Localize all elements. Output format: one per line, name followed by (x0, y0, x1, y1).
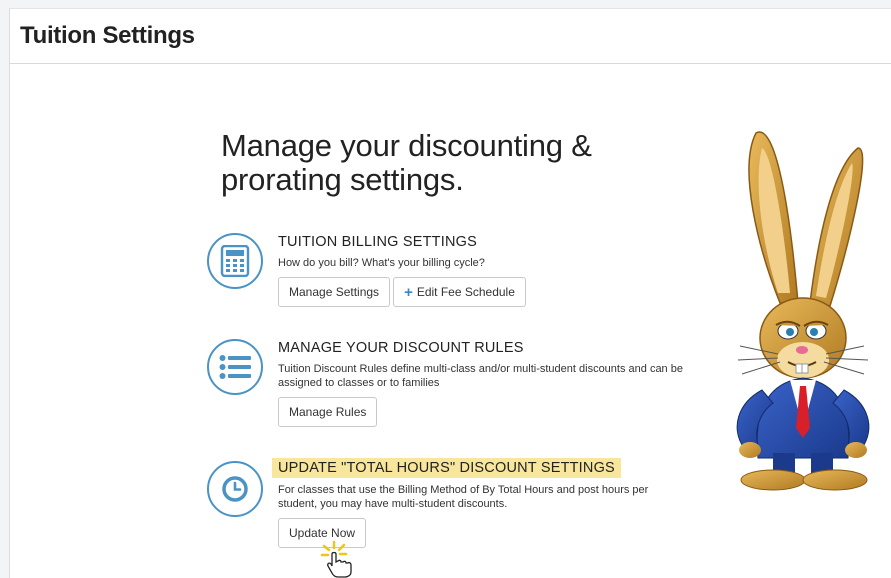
headline: Manage your discounting & prorating sett… (221, 129, 681, 197)
section-title: MANAGE YOUR DISCOUNT RULES (278, 340, 524, 356)
page-header: Tuition Settings (10, 9, 891, 64)
plus-icon: + (404, 283, 413, 301)
section-description: Tuition Discount Rules define multi-clas… (278, 363, 683, 389)
section-description: How do you bill? What's your billing cyc… (278, 257, 485, 269)
calculator-icon (207, 233, 263, 289)
button-label: Manage Rules (289, 405, 367, 419)
section-description: For classes that use the Billing Method … (278, 484, 649, 510)
manage-settings-button[interactable]: Manage Settings (278, 277, 391, 307)
hand-pointer-icon (320, 540, 352, 578)
list-icon (207, 339, 263, 395)
button-label: Update Now (289, 526, 356, 540)
edit-fee-schedule-button[interactable]: + Edit Fee Schedule (393, 277, 526, 307)
headline-line-1: Manage your discounting & (221, 128, 592, 163)
clock-icon (207, 461, 263, 517)
rabbit-mascot (736, 131, 870, 491)
headline-line-2: prorating settings. (221, 162, 464, 197)
manage-rules-button[interactable]: Manage Rules (278, 397, 378, 427)
page-title: Tuition Settings (20, 22, 195, 49)
button-label: Edit Fee Schedule (416, 285, 515, 299)
section-title-highlighted: UPDATE "TOTAL HOURS" DISCOUNT SETTINGS (272, 458, 621, 478)
button-label: Manage Settings (289, 285, 380, 299)
section-title: TUITION BILLING SETTINGS (278, 234, 477, 250)
